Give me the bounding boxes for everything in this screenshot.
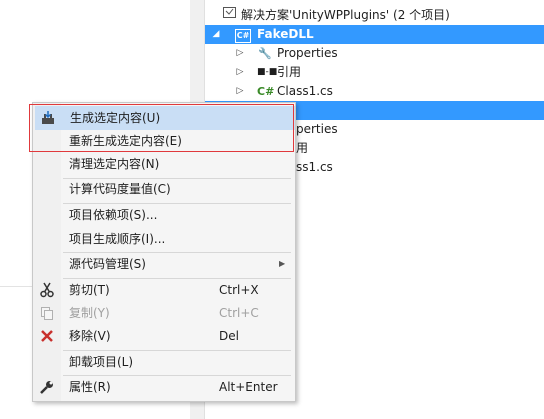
- menu-item-label: 生成选定内容(U): [70, 111, 161, 125]
- menu-item-shortcut: Alt+Enter: [219, 380, 278, 394]
- csharp-file-icon: C#: [257, 85, 275, 98]
- copy-icon: [39, 305, 55, 321]
- build-icon: [40, 110, 56, 126]
- menu-item-label: 清理选定内容(N): [69, 157, 160, 171]
- menu-item-label: 项目依赖项(S)...: [69, 208, 158, 222]
- tree-item-label: Properties: [277, 46, 338, 60]
- menu-item-clean-selection[interactable]: 清理选定内容(N): [35, 153, 293, 175]
- wrench-icon: 🔧: [258, 47, 272, 60]
- references-icon: ■-■: [257, 67, 278, 77]
- tree-item-project-fakedll[interactable]: ◢ C# FakeDLL: [205, 25, 544, 44]
- wrench-icon: [39, 379, 55, 395]
- scissors-icon: [39, 282, 55, 298]
- tree-item-class1[interactable]: ▷ C# Class1.cs: [205, 82, 544, 101]
- menu-item-label: 属性(R): [69, 380, 111, 394]
- csharp-project-icon: C#: [235, 25, 251, 44]
- menu-item-build-selection[interactable]: 生成选定内容(U): [35, 106, 295, 130]
- menu-item-shortcut: Ctrl+X: [219, 283, 259, 297]
- tree-item-label: 引用: [277, 65, 302, 79]
- menu-item-project-dependencies[interactable]: 项目依赖项(S)...: [35, 204, 293, 226]
- solution-icon: [221, 6, 237, 25]
- tree-item-label: 用: [296, 141, 309, 155]
- delete-icon: [39, 328, 55, 344]
- expand-icon[interactable]: ▷: [235, 63, 245, 82]
- tree-item-label: ss1.cs: [296, 160, 333, 174]
- menu-item-remove[interactable]: 移除(V) Del: [35, 325, 293, 347]
- menu-item-copy[interactable]: 复制(Y) Ctrl+C: [35, 302, 293, 324]
- menu-item-shortcut: Del: [219, 329, 239, 343]
- menu-item-label: 卸载项目(L): [69, 355, 134, 369]
- collapse-icon[interactable]: ◢: [211, 25, 221, 44]
- menu-item-code-metrics[interactable]: 计算代码度量值(C): [35, 178, 293, 200]
- menu-item-label: 复制(Y): [69, 306, 110, 320]
- menu-item-label: 计算代码度量值(C): [69, 182, 171, 196]
- menu-item-label: 移除(V): [69, 329, 111, 343]
- tree-item-label: perties: [296, 122, 338, 136]
- menu-item-shortcut: Ctrl+C: [219, 306, 259, 320]
- menu-item-label: 源代码管理(S): [69, 257, 146, 271]
- menu-item-unload-project[interactable]: 卸载项目(L): [35, 351, 293, 373]
- menu-item-project-build-order[interactable]: 项目生成顺序(I)...: [35, 228, 293, 250]
- tree-item-references[interactable]: ▷ ■-■ 引用: [205, 63, 544, 82]
- tree-item-label: Class1.cs: [277, 84, 333, 98]
- context-menu: 生成选定内容(U) 重新生成选定内容(E) 清理选定内容(N) 计算代码度量值(…: [32, 102, 296, 402]
- expand-icon[interactable]: ▷: [235, 44, 245, 63]
- menu-item-label: 剪切(T): [69, 283, 110, 297]
- menu-item-properties[interactable]: 属性(R) Alt+Enter: [35, 376, 293, 398]
- menu-item-source-control[interactable]: 源代码管理(S) ▶: [35, 253, 293, 275]
- menu-item-cut[interactable]: 剪切(T) Ctrl+X: [35, 279, 293, 301]
- tree-item-properties[interactable]: ▷ 🔧 Properties: [205, 44, 544, 63]
- submenu-arrow-icon: ▶: [279, 259, 286, 268]
- menu-item-label: 重新生成选定内容(E): [69, 134, 182, 148]
- menu-item-label: 项目生成顺序(I)...: [69, 232, 166, 246]
- expand-icon[interactable]: ▷: [235, 82, 245, 101]
- tree-item-solution[interactable]: 解决方案'UnityWPPlugins' (2 个项目): [205, 6, 544, 25]
- solution-label: 解决方案'UnityWPPlugins' (2 个项目): [241, 8, 450, 22]
- project-name: FakeDLL: [257, 27, 314, 41]
- menu-item-rebuild-selection[interactable]: 重新生成选定内容(E): [35, 130, 293, 152]
